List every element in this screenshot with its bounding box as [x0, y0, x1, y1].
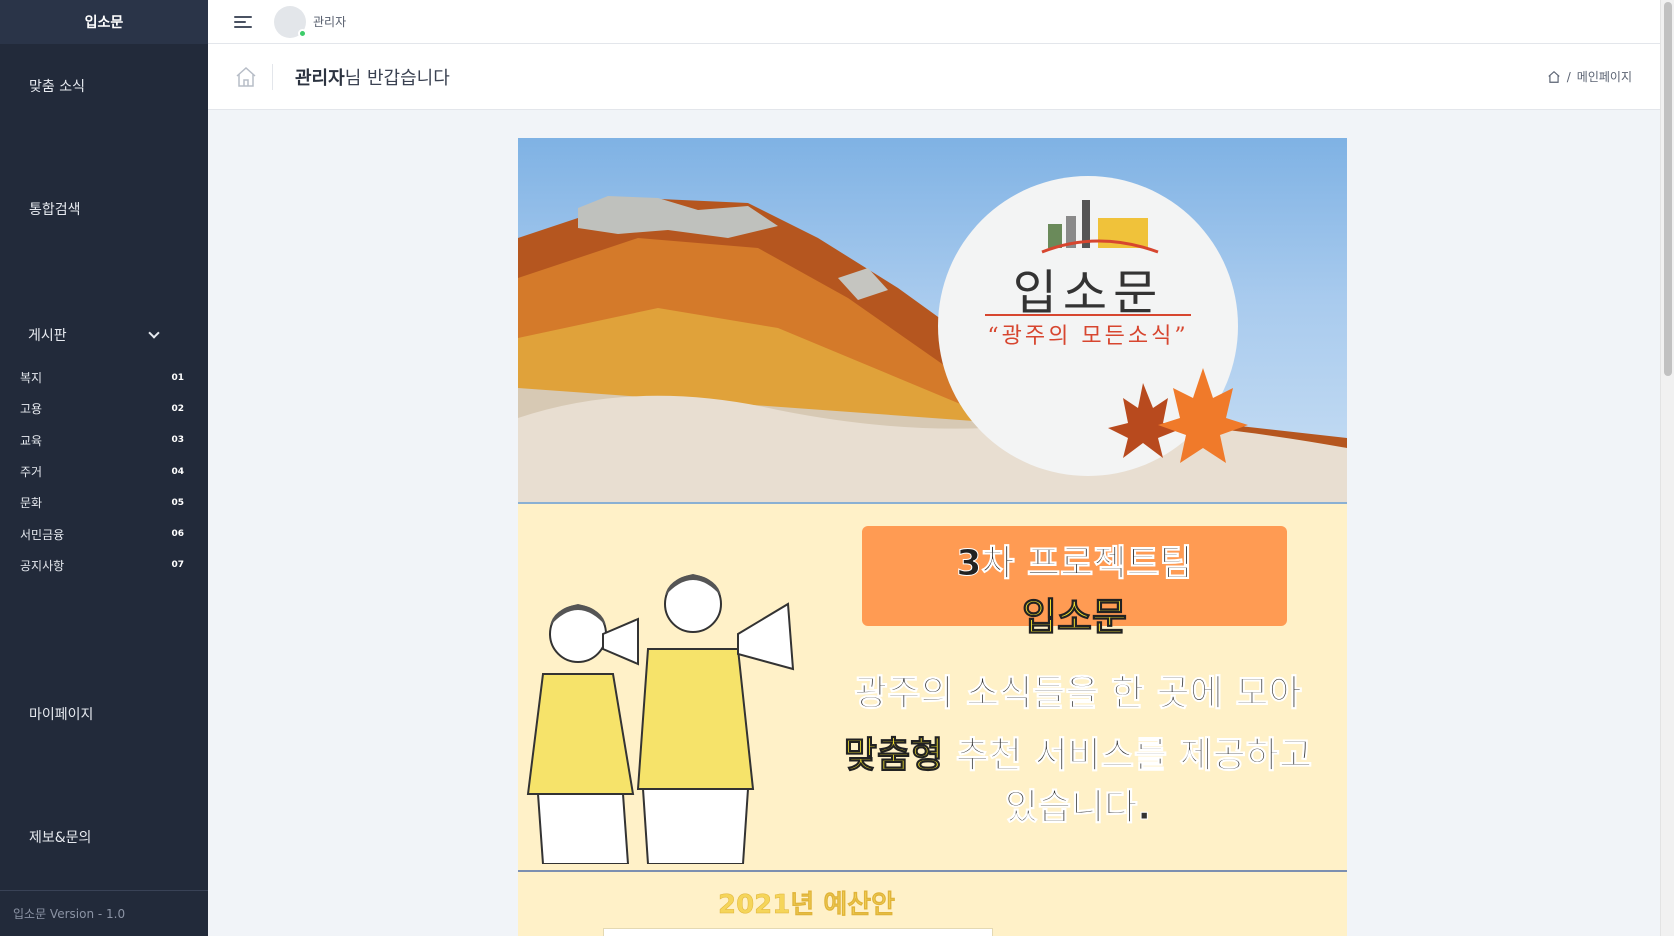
hero-divider — [985, 314, 1191, 316]
header-divider — [272, 63, 273, 90]
promo-highlight: 맞춤형 — [843, 735, 944, 777]
user-name[interactable]: 관리자 — [313, 13, 346, 30]
board-item-label: 고용 — [20, 402, 43, 417]
greeting-text: 님 반갑습니다 — [344, 67, 450, 89]
hero-image: 입소문 “광주의 모든소식” — [518, 138, 1347, 504]
breadcrumb-current[interactable]: 메인페이지 — [1577, 68, 1632, 85]
board-item-employment[interactable]: 고용 02 — [20, 393, 184, 424]
version-footer: 입소문 Version - 1.0 — [0, 890, 208, 936]
sidebar: 입소문 맞춤 소식 통합검색 게시판 복지 01 고용 02 교육 03 주거 … — [0, 0, 208, 936]
budget-title: 2021년 예산안 — [718, 890, 896, 921]
board-item-housing[interactable]: 주거 04 — [20, 456, 184, 487]
city-skyline-icon — [1041, 200, 1159, 254]
budget-section: 2021년 예산안 — [518, 872, 1347, 936]
promo-team-box: 3차 프로젝트팀 입소문 — [862, 526, 1287, 640]
board-item-welfare[interactable]: 복지 01 — [20, 362, 184, 393]
board-submenu: 복지 01 고용 02 교육 03 주거 04 문화 05 서민금융 06 공지… — [20, 362, 184, 581]
hamburger-icon[interactable] — [234, 14, 254, 30]
maple-leaf-icon — [1108, 368, 1248, 463]
nav-report-inquiry[interactable]: 제보&문의 — [29, 827, 91, 847]
avatar[interactable] — [274, 5, 307, 38]
online-status-icon — [298, 28, 307, 38]
board-item-number: 04 — [171, 466, 184, 477]
board-item-label: 교육 — [20, 433, 43, 448]
board-item-notice[interactable]: 공지사항 07 — [20, 550, 184, 581]
nav-board-toggle[interactable]: 게시판 — [28, 325, 160, 345]
page-scrollbar[interactable] — [1660, 0, 1674, 936]
promo-team-text: 3차 프로젝트팀 — [956, 543, 1193, 585]
promo-line-1: 광주의 소식들을 한 곳에 모아 — [854, 673, 1303, 715]
people-megaphone-illustration — [526, 574, 795, 864]
board-item-label: 서민금융 — [20, 527, 65, 542]
board-item-education[interactable]: 교육 03 — [20, 425, 184, 456]
board-item-finance[interactable]: 서민금융 06 — [20, 518, 184, 549]
board-item-label: 주거 — [20, 465, 43, 480]
board-item-number: 06 — [171, 529, 184, 540]
nav-integrated-search[interactable]: 통합검색 — [29, 199, 81, 219]
hero-title: 입소문 — [1012, 265, 1164, 321]
board-item-number: 02 — [171, 403, 184, 414]
promo-section: 3차 프로젝트팀 입소문 광주의 소식들을 한 곳에 모아 맞춤형 추천 서비스… — [518, 504, 1347, 872]
promo-line-3: 있습니다. — [1004, 787, 1152, 829]
promo-team-name: 입소문 — [1022, 595, 1128, 640]
board-item-number: 01 — [171, 372, 184, 383]
chevron-down-icon — [148, 327, 160, 339]
home-icon[interactable] — [234, 65, 258, 89]
scrollbar-thumb[interactable] — [1664, 2, 1672, 376]
greeting-name: 관리자 — [295, 67, 345, 89]
promo-line-2: 맞춤형 추천 서비스를 제공하고 — [818, 726, 1338, 778]
board-item-label: 문화 — [20, 496, 43, 511]
home-icon[interactable] — [1547, 70, 1561, 84]
hero-subtitle: “광주의 모든소식” — [987, 324, 1189, 349]
nav-mypage[interactable]: 마이페이지 — [29, 704, 93, 724]
board-item-label: 공지사항 — [20, 558, 65, 573]
breadcrumb: / 메인페이지 — [1547, 68, 1632, 85]
breadcrumb-separator: / — [1566, 69, 1571, 84]
nav-board-label: 게시판 — [28, 328, 67, 344]
page-header: 관리자님 반갑습니다 / 메인페이지 — [208, 44, 1660, 110]
board-item-culture[interactable]: 문화 05 — [20, 487, 184, 518]
promo-line-2-text: 추천 서비스를 제공하고 — [943, 735, 1313, 777]
board-item-label: 복지 — [20, 371, 43, 386]
page-title: 관리자님 반갑습니다 — [295, 64, 450, 90]
budget-card — [603, 928, 993, 936]
brand-logo[interactable]: 입소문 — [0, 0, 208, 44]
topbar: 관리자 — [208, 0, 1660, 44]
board-item-number: 07 — [171, 560, 184, 571]
board-item-number: 03 — [171, 435, 184, 446]
board-item-number: 05 — [171, 497, 184, 508]
main-banner: 입소문 “광주의 모든소식” 3차 프로젝트팀 입소문 광주의 소식들을 한 곳… — [518, 138, 1347, 936]
main-content: 입소문 “광주의 모든소식” 3차 프로젝트팀 입소문 광주의 소식들을 한 곳… — [208, 110, 1660, 936]
nav-custom-news[interactable]: 맞춤 소식 — [29, 76, 85, 96]
